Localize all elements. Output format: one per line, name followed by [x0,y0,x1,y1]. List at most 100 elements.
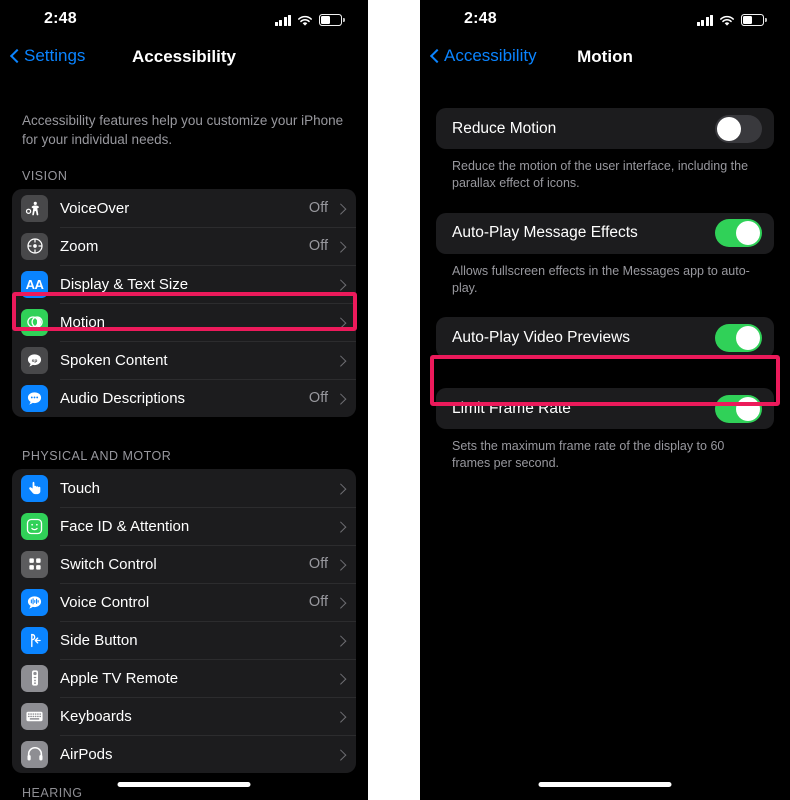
accessibility-content: Accessibility features help you customiz… [0,111,368,774]
section-header-vision: VISION [22,169,68,184]
auto-play-video-previews-group: Auto-Play Video Previews [436,317,774,358]
screenshot-stage: 2:48 Settings Accessibility Accessibilit… [0,0,790,800]
setting-row-limit-frame-rate[interactable]: Limit Frame Rate [436,388,774,429]
row-value: Off [308,390,328,407]
page-title: Accessibility [132,47,236,66]
setting-label: Auto-Play Message Effects [452,224,638,241]
cellular-signal-icon [274,14,291,26]
section-header-hearing-partial: HEARING [22,786,83,800]
status-bar-right: 2:48 [420,0,790,38]
sidebar-item-motion[interactable]: Motion [12,303,356,341]
auto-play-message-effects-toggle[interactable] [715,219,762,247]
row-label: Zoom [60,237,99,255]
section-header-physical-and-motor: PHYSICAL AND MOTOR [22,449,172,464]
status-icons [274,12,345,26]
reduce-motion-group: Reduce Motion [436,108,774,149]
home-indicator-right [538,782,672,787]
row-label: Spoken Content [60,351,168,369]
wifi-icon [297,14,313,26]
spoken-content-icon: sp [21,346,48,374]
chevron-right-icon [337,748,345,761]
setting-label: Limit Frame Rate [452,399,571,417]
status-icons [696,12,767,26]
sidebar-item-voiceover[interactable]: VoiceOver Off [12,189,356,227]
auto-play-video-previews-toggle[interactable] [715,323,762,352]
page-title: Motion [577,47,633,66]
sidebar-item-display-text-size[interactable]: AA Display & Text Size [12,265,356,303]
row-label: Audio Descriptions [60,389,186,407]
row-label: Voice Control [60,593,150,611]
physical-motor-group: Touch Face ID & Attention Switch Control… [12,469,356,774]
chevron-right-icon [337,354,345,367]
row-label: Face ID & Attention [60,517,190,535]
auto-play-message-effects-group: Auto-Play Message Effects [436,212,774,254]
chevron-right-icon [337,558,345,571]
keyboards-icon [21,702,48,730]
row-value: Off [308,200,328,217]
chevron-right-icon [337,520,345,533]
intro-description: Accessibility features help you customiz… [22,113,344,148]
sidebar-item-touch[interactable]: Touch [12,469,356,507]
audio-descriptions-icon [21,384,48,412]
sidebar-item-apple-tv-remote[interactable]: Apple TV Remote [12,659,356,697]
chevron-right-icon [337,482,345,495]
footnote-reduce-motion: Reduce the motion of the user interface,… [452,159,749,191]
row-label: Switch Control [60,555,157,573]
side-button-icon [21,626,48,654]
chevron-right-icon [337,278,345,291]
row-label: Apple TV Remote [60,669,179,687]
row-value: Off [308,594,328,611]
sidebar-item-voice-control[interactable]: Voice Control Off [12,583,356,621]
right-phone-screen: 2:48 Accessibility Motion Reduce Motion [420,0,790,800]
status-time: 2:48 [464,10,497,27]
setting-row-reduce-motion[interactable]: Reduce Motion [436,108,774,149]
home-indicator-left [117,782,251,787]
chevron-right-icon [337,710,345,723]
row-label: Keyboards [60,707,132,725]
sidebar-item-zoom[interactable]: Zoom Off [12,227,356,265]
setting-label: Reduce Motion [452,119,557,137]
switch-control-icon [21,550,48,578]
sidebar-item-audio-descriptions[interactable]: Audio Descriptions Off [12,379,356,417]
sidebar-item-side-button[interactable]: Side Button [12,621,356,659]
left-phone-screen: 2:48 Settings Accessibility Accessibilit… [0,0,368,800]
chevron-right-icon [337,672,345,685]
setting-label: Auto-Play Video Previews [452,328,631,346]
row-label: Touch [60,479,101,497]
limit-frame-rate-group: Limit Frame Rate [436,388,774,429]
chevron-right-icon [337,596,345,609]
row-value: Off [308,238,328,255]
row-label: Motion [60,313,106,331]
wifi-icon [719,14,735,26]
face-id-icon [21,512,48,540]
status-time: 2:48 [44,10,77,27]
row-label: Side Button [60,631,138,649]
row-label: Display & Text Size [60,275,189,293]
limit-frame-rate-toggle[interactable] [715,394,762,423]
row-label: VoiceOver [60,199,130,217]
nav-bar-right: Accessibility Motion [420,38,790,86]
row-value: Off [308,556,328,573]
battery-icon [741,14,767,26]
sidebar-item-switch-control[interactable]: Switch Control Off [12,545,356,583]
chevron-right-icon [337,316,345,329]
voice-control-icon [21,588,48,616]
vision-group: VoiceOver Off Zoom Off AA Display & Text… [12,189,356,418]
setting-row-auto-play-video-previews[interactable]: Auto-Play Video Previews [436,317,774,358]
footnote-limit-frame-rate: Sets the maximum frame rate of the displ… [452,439,725,471]
touch-icon [21,474,48,502]
setting-row-auto-play-message-effects[interactable]: Auto-Play Message Effects [436,213,774,254]
row-label: AirPods [60,745,113,763]
nav-bar-left: Settings Accessibility [0,38,368,86]
zoom-icon [21,232,48,260]
sidebar-item-face-id-attention[interactable]: Face ID & Attention [12,507,356,545]
sidebar-item-airpods[interactable]: AirPods [12,735,356,773]
sidebar-item-keyboards[interactable]: Keyboards [12,697,356,735]
sidebar-item-spoken-content[interactable]: sp Spoken Content [12,341,356,379]
display-text-size-icon: AA [21,270,48,298]
cellular-signal-icon [696,14,713,26]
reduce-motion-toggle[interactable] [715,114,762,143]
battery-icon [319,14,345,26]
voiceover-icon [21,194,48,222]
motion-content: Reduce Motion Reduce the motion of the u… [420,108,790,473]
